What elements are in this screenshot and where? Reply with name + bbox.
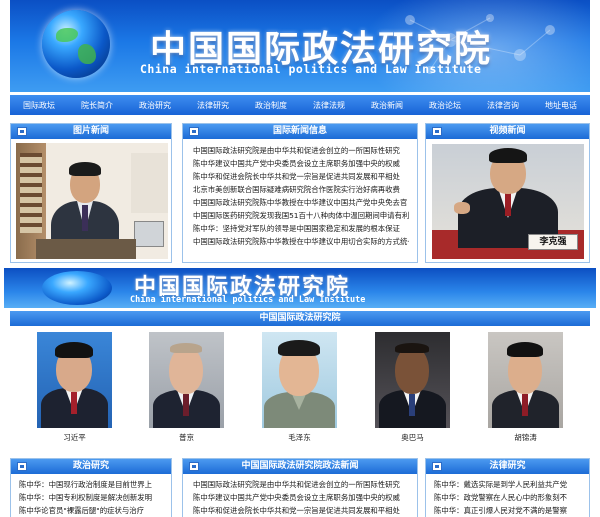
nav-item-legal-consult[interactable]: 法律咨询	[487, 100, 519, 111]
photo-news-panel: 图片新闻	[10, 123, 172, 263]
nav-item-address-phone[interactable]: 地址电话	[545, 100, 577, 111]
news-item[interactable]: 陈中华论官员"裸露后腿"的症状与治疗	[19, 504, 163, 517]
intl-news-header: 国际新闻信息	[183, 124, 417, 139]
news-item[interactable]: 中国国际政法研究院是由中华共和促进会创立的一所国际性研究	[193, 144, 409, 157]
secondary-banner: 中国国际政法研究院 China international politics a…	[4, 268, 596, 308]
nav-item-politics-research[interactable]: 政治研究	[139, 100, 171, 111]
news-item[interactable]: 中国国际政法研究院是由中华共和促进会创立的一所国际性研究	[193, 478, 409, 491]
photo-news-image[interactable]	[16, 143, 168, 259]
nav-item-political-forum[interactable]: 政治论坛	[429, 100, 461, 111]
panel-header-icon	[432, 127, 442, 136]
leaders-header: 中国国际政法研究院	[10, 311, 590, 326]
nav-item-president-intro[interactable]: 院长简介	[81, 100, 113, 111]
intl-news-panel: 国际新闻信息 中国国际政法研究院是由中华共和促进会创立的一所国际性研究 陈中华建…	[182, 123, 418, 263]
news-item[interactable]: 陈中华：政党警察在人民心中的形象刻不	[434, 491, 581, 504]
leader-name: 毛泽东	[288, 433, 311, 442]
institute-news-panel: 中国国际政法研究院政法新闻 中国国际政法研究院是由中华共和促进会创立的一所国际性…	[182, 458, 418, 517]
leader-photo[interactable]	[488, 332, 563, 428]
politics-research-title: 政治研究	[72, 461, 109, 471]
law-research-title: 法律研究	[489, 461, 526, 471]
leader-name: 胡锦涛	[514, 433, 537, 442]
news-item[interactable]: 陈中华和促进会院长中华共和党一宗旨是促进共同发展和平相处	[193, 170, 409, 183]
main-nav: 国际政坛 院长简介 政治研究 法律研究 政治制度 法律法规 政治新闻 政治论坛 …	[10, 95, 590, 115]
leader-photo[interactable]	[149, 332, 224, 428]
photo-news-title: 图片新闻	[72, 126, 109, 136]
nav-item-laws-regulations[interactable]: 法律法规	[313, 100, 345, 111]
leader-card[interactable]: 普京	[149, 332, 224, 443]
politics-research-list: 陈中华：中国现行政治制度是目前世界上 陈中华：中国专利权制度是解决创新发明 陈中…	[11, 474, 171, 517]
news-item[interactable]: 中国国际医药研究院发现我国51百十八种肉体中温回期间申请有利	[193, 209, 409, 222]
institute-news-header: 中国国际政法研究院政法新闻	[183, 459, 417, 474]
video-news-title: 视频新闻	[489, 126, 526, 136]
news-item[interactable]: 陈中华建议中国共产党中央委员会设立主席职务加强中央的权威	[193, 157, 409, 170]
law-research-header: 法律研究	[426, 459, 589, 474]
institute-news-title: 中国国际政法研究院政法新闻	[241, 461, 359, 471]
video-news-panel: 视频新闻 李克强	[425, 123, 590, 263]
news-item[interactable]: 北京市美创新联合国际疑难病研究院合作医院实行治好病再收费	[193, 183, 409, 196]
news-item[interactable]: 陈中华和促进会院长中华共和党一宗旨是促进共同发展和平相处	[193, 504, 409, 517]
video-caption: 李克强	[528, 234, 578, 250]
site-banner: 中国国际政法研究院 China international politics a…	[10, 0, 590, 92]
panel-header-icon	[432, 462, 442, 471]
leader-card[interactable]: 毛泽东	[262, 332, 337, 443]
news-item[interactable]: 陈中华建议中国共产党中央委员会设立主席职务加强中央的权威	[193, 491, 409, 504]
news-item[interactable]: 陈中华：坚持党对军队的领导是中国国家稳定和发展的根本保证	[193, 222, 409, 235]
nav-item-political-system[interactable]: 政治制度	[255, 100, 287, 111]
panel-header-icon	[17, 127, 27, 136]
leader-card[interactable]: 奥巴马	[375, 332, 450, 443]
nav-item-political-news[interactable]: 政治新闻	[371, 100, 403, 111]
leader-name: 习近平	[63, 433, 86, 442]
leader-photo[interactable]	[262, 332, 337, 428]
nav-item-intl-politics[interactable]: 国际政坛	[23, 100, 55, 111]
globe-logo-icon	[42, 271, 112, 305]
news-item[interactable]: 陈中华：中国现行政治制度是目前世界上	[19, 478, 163, 491]
leader-photo[interactable]	[37, 332, 112, 428]
politics-research-panel: 政治研究 陈中华：中国现行政治制度是目前世界上 陈中华：中国专利权制度是解决创新…	[10, 458, 172, 517]
leader-card[interactable]: 胡锦涛	[488, 332, 563, 443]
globe-logo-icon	[42, 10, 110, 78]
panel-header-icon	[17, 462, 27, 471]
video-thumbnail[interactable]: 李克强	[432, 144, 584, 259]
news-item[interactable]: 陈中华：真正引爆人民对党不满的是警察	[434, 504, 581, 517]
politics-research-header: 政治研究	[11, 459, 171, 474]
news-item[interactable]: 陈中华：戴选实际是到学人民利益共产党	[434, 478, 581, 491]
law-research-list: 陈中华：戴选实际是到学人民利益共产党 陈中华：政党警察在人民心中的形象刻不 陈中…	[426, 474, 589, 517]
panel-header-icon	[189, 127, 199, 136]
site-subtitle: China international politics and Law Ins…	[140, 62, 482, 76]
leader-card[interactable]: 习近平	[37, 332, 112, 443]
news-item[interactable]: 陈中华：中国专利权制度是解决创新发明	[19, 491, 163, 504]
news-item[interactable]: 中国国际政法研究院陈中华教授在中华建议中用切合实际的方式统一中国	[193, 235, 409, 248]
photo-news-header: 图片新闻	[11, 124, 171, 139]
institute-news-list: 中国国际政法研究院是由中华共和促进会创立的一所国际性研究 陈中华建议中国共产党中…	[183, 474, 417, 517]
leader-name: 普京	[179, 433, 194, 442]
law-research-panel: 法律研究 陈中华：戴选实际是到学人民利益共产党 陈中华：政党警察在人民心中的形象…	[425, 458, 590, 517]
news-item[interactable]: 中国国际政法研究院陈中华教授在中华建议中国共产党中央免去官	[193, 196, 409, 209]
video-news-header: 视频新闻	[426, 124, 589, 139]
leader-photo[interactable]	[375, 332, 450, 428]
intl-news-title: 国际新闻信息	[272, 126, 327, 136]
nav-item-law-research[interactable]: 法律研究	[197, 100, 229, 111]
intl-news-list: 中国国际政法研究院是由中华共和促进会创立的一所国际性研究 陈中华建议中国共产党中…	[183, 139, 417, 248]
panel-header-icon	[189, 462, 199, 471]
secondary-banner-subtitle: China international politics and Law Ins…	[130, 295, 366, 305]
leader-name: 奥巴马	[401, 433, 424, 442]
